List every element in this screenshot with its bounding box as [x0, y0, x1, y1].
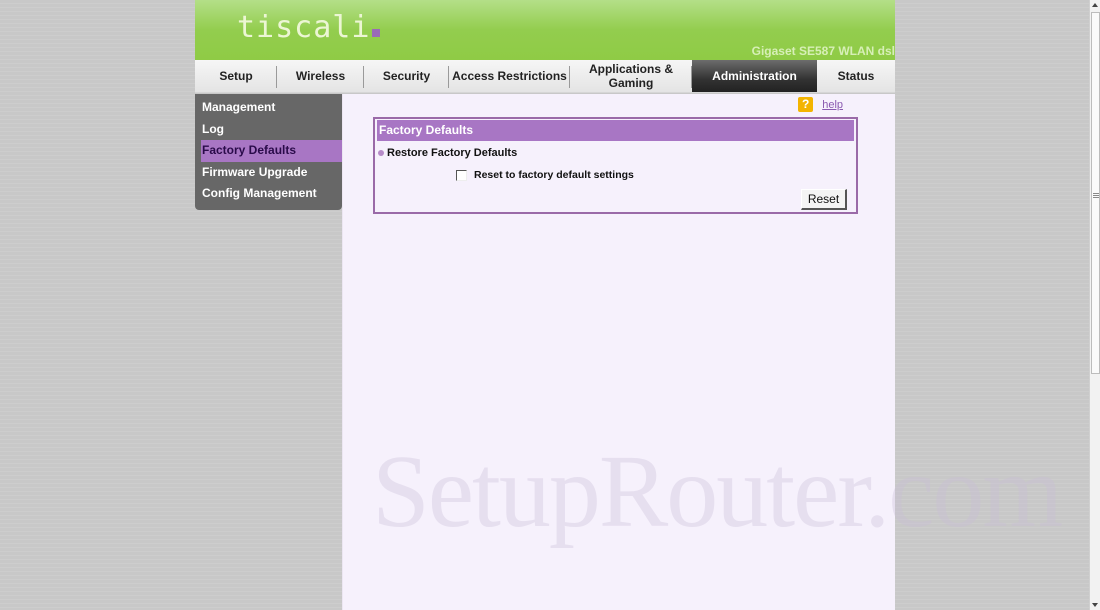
logo-dot-icon — [372, 29, 381, 37]
reset-factory-checkbox-label: Reset to factory default settings — [474, 169, 634, 181]
tab-administration[interactable]: Administration — [692, 60, 817, 92]
tab-setup[interactable]: Setup — [195, 60, 277, 92]
sidebar-item-management[interactable]: Management — [195, 97, 342, 119]
panel-title: Factory Defaults — [377, 120, 854, 141]
scrollbar-thumb[interactable] — [1091, 12, 1100, 374]
factory-defaults-panel: Factory Defaults Restore Factory Default… — [373, 117, 858, 214]
section-header: Restore Factory Defaults — [376, 147, 855, 159]
reset-button[interactable]: Reset — [801, 189, 847, 210]
help-area: ? help — [798, 97, 843, 112]
tiscali-logo: tiscali — [237, 10, 381, 45]
tab-security[interactable]: Security — [364, 60, 449, 92]
model-name: Gigaset SE587 WLAN dsl — [751, 44, 895, 58]
admin-sidebar: Management Log Factory Defaults Firmware… — [195, 94, 342, 210]
grip-icon — [1093, 193, 1099, 199]
sidebar-item-factory-defaults[interactable]: Factory Defaults — [201, 140, 342, 162]
section-label: Restore Factory Defaults — [387, 147, 518, 159]
sidebar-item-log[interactable]: Log — [195, 119, 342, 141]
reset-factory-checkbox[interactable] — [456, 169, 467, 181]
scroll-down-arrow-icon[interactable] — [1092, 603, 1098, 607]
bullet-icon — [378, 150, 384, 156]
content-area: ? help Factory Defaults Restore Factory … — [342, 94, 895, 610]
scroll-up-arrow-icon[interactable] — [1092, 3, 1098, 7]
reset-checkbox-row: Reset to factory default settings — [376, 169, 855, 181]
sidebar-item-config-management[interactable]: Config Management — [195, 183, 342, 205]
help-link[interactable]: help — [822, 99, 843, 111]
header-banner: tiscali Gigaset SE587 WLAN dsl — [195, 0, 895, 60]
logo-text: tiscali — [237, 10, 371, 45]
question-icon[interactable]: ? — [798, 97, 814, 112]
tab-status[interactable]: Status — [817, 60, 895, 92]
vertical-scrollbar[interactable] — [1089, 0, 1100, 610]
sidebar-item-firmware-upgrade[interactable]: Firmware Upgrade — [195, 162, 342, 184]
tab-wireless[interactable]: Wireless — [277, 60, 364, 92]
tab-access-restrictions[interactable]: Access Restrictions — [449, 60, 570, 92]
tab-applications-gaming[interactable]: Applications & Gaming — [570, 60, 692, 92]
main-nav-tabs: Setup Wireless Security Access Restricti… — [195, 60, 895, 93]
router-page: tiscali Gigaset SE587 WLAN dsl Setup Wir… — [195, 0, 895, 610]
